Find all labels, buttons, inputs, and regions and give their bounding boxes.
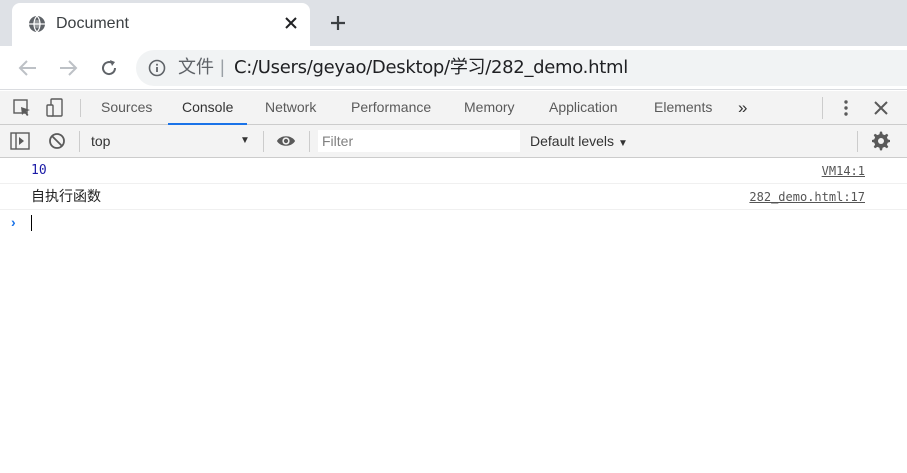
devtools-tabbar: Sources Console Network Performance Memo…: [0, 91, 907, 125]
log-levels-label: Default levels: [530, 133, 615, 149]
console-message: 10 VM14:1: [0, 158, 907, 184]
tab-application[interactable]: Application: [549, 91, 618, 124]
close-devtools-icon[interactable]: [871, 98, 891, 118]
address-separator: |: [220, 57, 225, 77]
console-message: 自执行函数 282_demo.html:17: [0, 184, 907, 210]
inspect-element-icon[interactable]: [12, 98, 32, 118]
back-arrow-icon[interactable]: [16, 56, 40, 80]
console-output[interactable]: 10 VM14:1 自执行函数 282_demo.html:17 ›: [0, 158, 907, 473]
filter-input[interactable]: [318, 130, 520, 152]
sidebar-toggle-icon[interactable]: [10, 131, 30, 151]
tab-network[interactable]: Network: [265, 91, 316, 124]
kebab-menu-icon[interactable]: [836, 98, 856, 118]
gear-icon[interactable]: [871, 131, 891, 151]
browser-tab[interactable]: Document: [12, 3, 310, 46]
message-source-link[interactable]: 282_demo.html:17: [749, 190, 865, 204]
browser-toolbar: 文件 | C:/Users/geyao/Desktop/学习/282_demo.…: [0, 46, 907, 90]
log-levels-dropdown[interactable]: Default levels ▼: [530, 133, 628, 152]
tab-title: Document: [56, 15, 129, 32]
message-text: 10: [31, 163, 47, 178]
clear-console-icon[interactable]: [47, 131, 67, 151]
message-source-link[interactable]: VM14:1: [822, 164, 865, 178]
divider: [80, 99, 81, 117]
tab-console[interactable]: Console: [167, 91, 248, 125]
device-toolbar-icon[interactable]: [45, 98, 65, 118]
scheme-label: 文件: [178, 57, 214, 78]
tab-sources[interactable]: Sources: [101, 91, 152, 124]
message-text: 自执行函数: [31, 189, 101, 205]
tab-memory[interactable]: Memory: [464, 91, 515, 124]
context-selector[interactable]: top: [91, 133, 110, 149]
divider: [263, 131, 264, 152]
console-prompt[interactable]: ›: [0, 210, 907, 234]
tab-performance[interactable]: Performance: [351, 91, 431, 124]
more-tabs-button[interactable]: »: [738, 91, 747, 124]
tab-elements[interactable]: Elements: [654, 91, 712, 124]
divider: [79, 131, 80, 152]
new-tab-button[interactable]: [327, 12, 349, 34]
divider: [857, 131, 858, 152]
url-text[interactable]: C:/Users/geyao/Desktop/学习/282_demo.html: [234, 58, 628, 78]
close-tab-icon[interactable]: [282, 14, 300, 32]
prompt-chevron-icon: ›: [11, 214, 16, 230]
globe-icon: [28, 15, 46, 33]
tab-strip: Document: [0, 0, 907, 46]
divider: [822, 97, 823, 119]
console-toolbar: top ▼ Default levels ▼: [0, 125, 907, 158]
info-icon[interactable]: [148, 59, 166, 77]
text-caret: [31, 215, 32, 231]
divider: [309, 131, 310, 152]
reload-icon[interactable]: [97, 56, 121, 80]
address-bar[interactable]: 文件 | C:/Users/geyao/Desktop/学习/282_demo.…: [136, 50, 907, 86]
dropdown-arrow-icon: ▼: [617, 138, 628, 149]
forward-arrow-icon[interactable]: [56, 56, 80, 80]
eye-icon[interactable]: [276, 131, 296, 151]
dropdown-arrow-icon[interactable]: ▼: [240, 135, 250, 146]
